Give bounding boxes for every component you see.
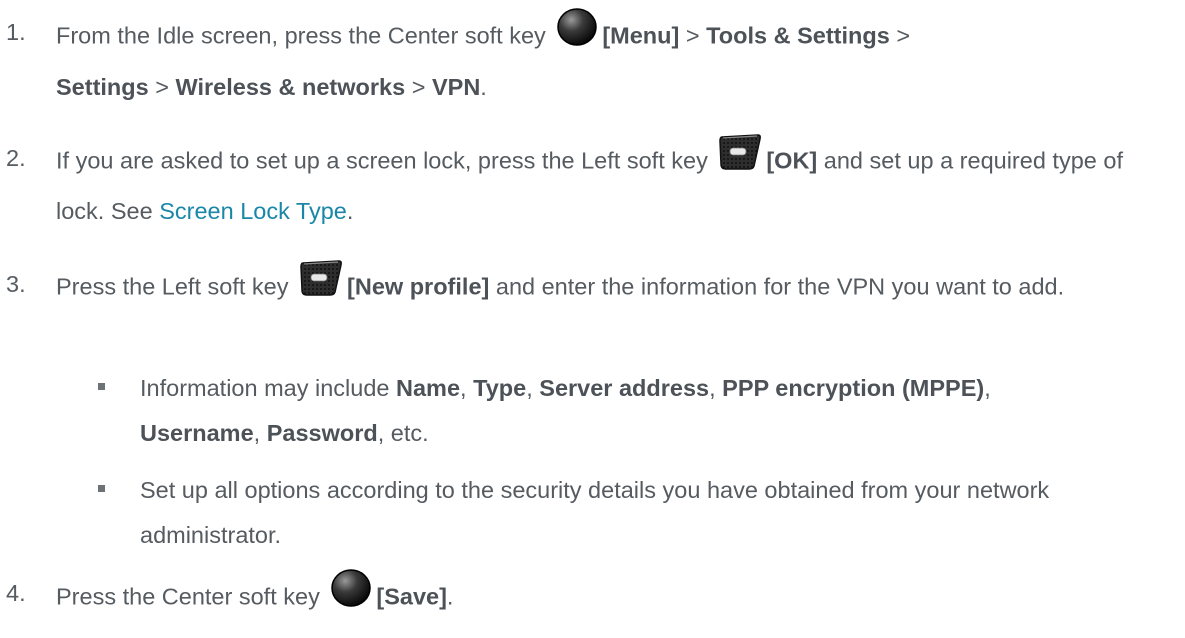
step-number: 3.	[6, 271, 26, 297]
step-text: From the Idle screen, press the Center s…	[56, 22, 553, 49]
step-text: If you are asked to set up a screen lock…	[56, 147, 715, 174]
step-3: 3. Press the Left soft key [New profile]…	[6, 259, 1166, 315]
left-soft-key-icon	[718, 133, 762, 186]
step-1: 1. From the Idle screen, press the Cente…	[6, 7, 1166, 110]
save-key-label: [Save]	[376, 583, 447, 610]
step-text-continued: and enter the information for the VPN yo…	[489, 273, 1065, 300]
bullet-text: Set up all options according to the secu…	[140, 477, 1050, 548]
field-type: Type	[473, 375, 527, 401]
instructions-document: 1. From the Idle screen, press the Cente…	[0, 0, 1185, 638]
bullet-square-icon	[98, 383, 105, 390]
step-text: Press the Left soft key	[56, 273, 296, 300]
menu-key-label: [Menu]	[602, 22, 680, 49]
step-number: 2.	[6, 145, 26, 171]
path-wireless-networks: Wireless & networks	[175, 74, 406, 100]
path-vpn: VPN	[431, 74, 481, 100]
screen-lock-type-link[interactable]: Screen Lock Type	[159, 198, 347, 224]
field-name: Name	[396, 375, 461, 401]
path-settings: Settings	[56, 74, 149, 100]
bullet-square-icon	[98, 485, 105, 492]
step-number: 1.	[6, 19, 26, 45]
step-2: 2. If you are asked to set up a screen l…	[6, 133, 1166, 234]
field-password: Password	[266, 420, 378, 446]
step-number: 4.	[6, 580, 26, 606]
field-ppp-encryption: PPP encryption (MPPE)	[722, 375, 985, 401]
new-profile-key-label: [New profile]	[347, 273, 490, 300]
step-4: 4. Press the Center soft key [Save].	[6, 568, 1166, 626]
field-username: Username	[140, 420, 254, 446]
field-server-address: Server address	[539, 375, 710, 401]
ok-key-label: [OK]	[766, 147, 818, 174]
bullet-item-1: Information may include Name, Type, Serv…	[98, 366, 1168, 456]
path-tools-settings: Tools & Settings	[706, 22, 890, 49]
center-soft-key-icon	[330, 568, 372, 623]
bullet-item-2: Set up all options according to the secu…	[98, 468, 1168, 558]
step-text: Press the Center soft key	[56, 583, 327, 610]
center-soft-key-icon	[556, 7, 598, 62]
left-soft-key-icon	[299, 259, 343, 312]
